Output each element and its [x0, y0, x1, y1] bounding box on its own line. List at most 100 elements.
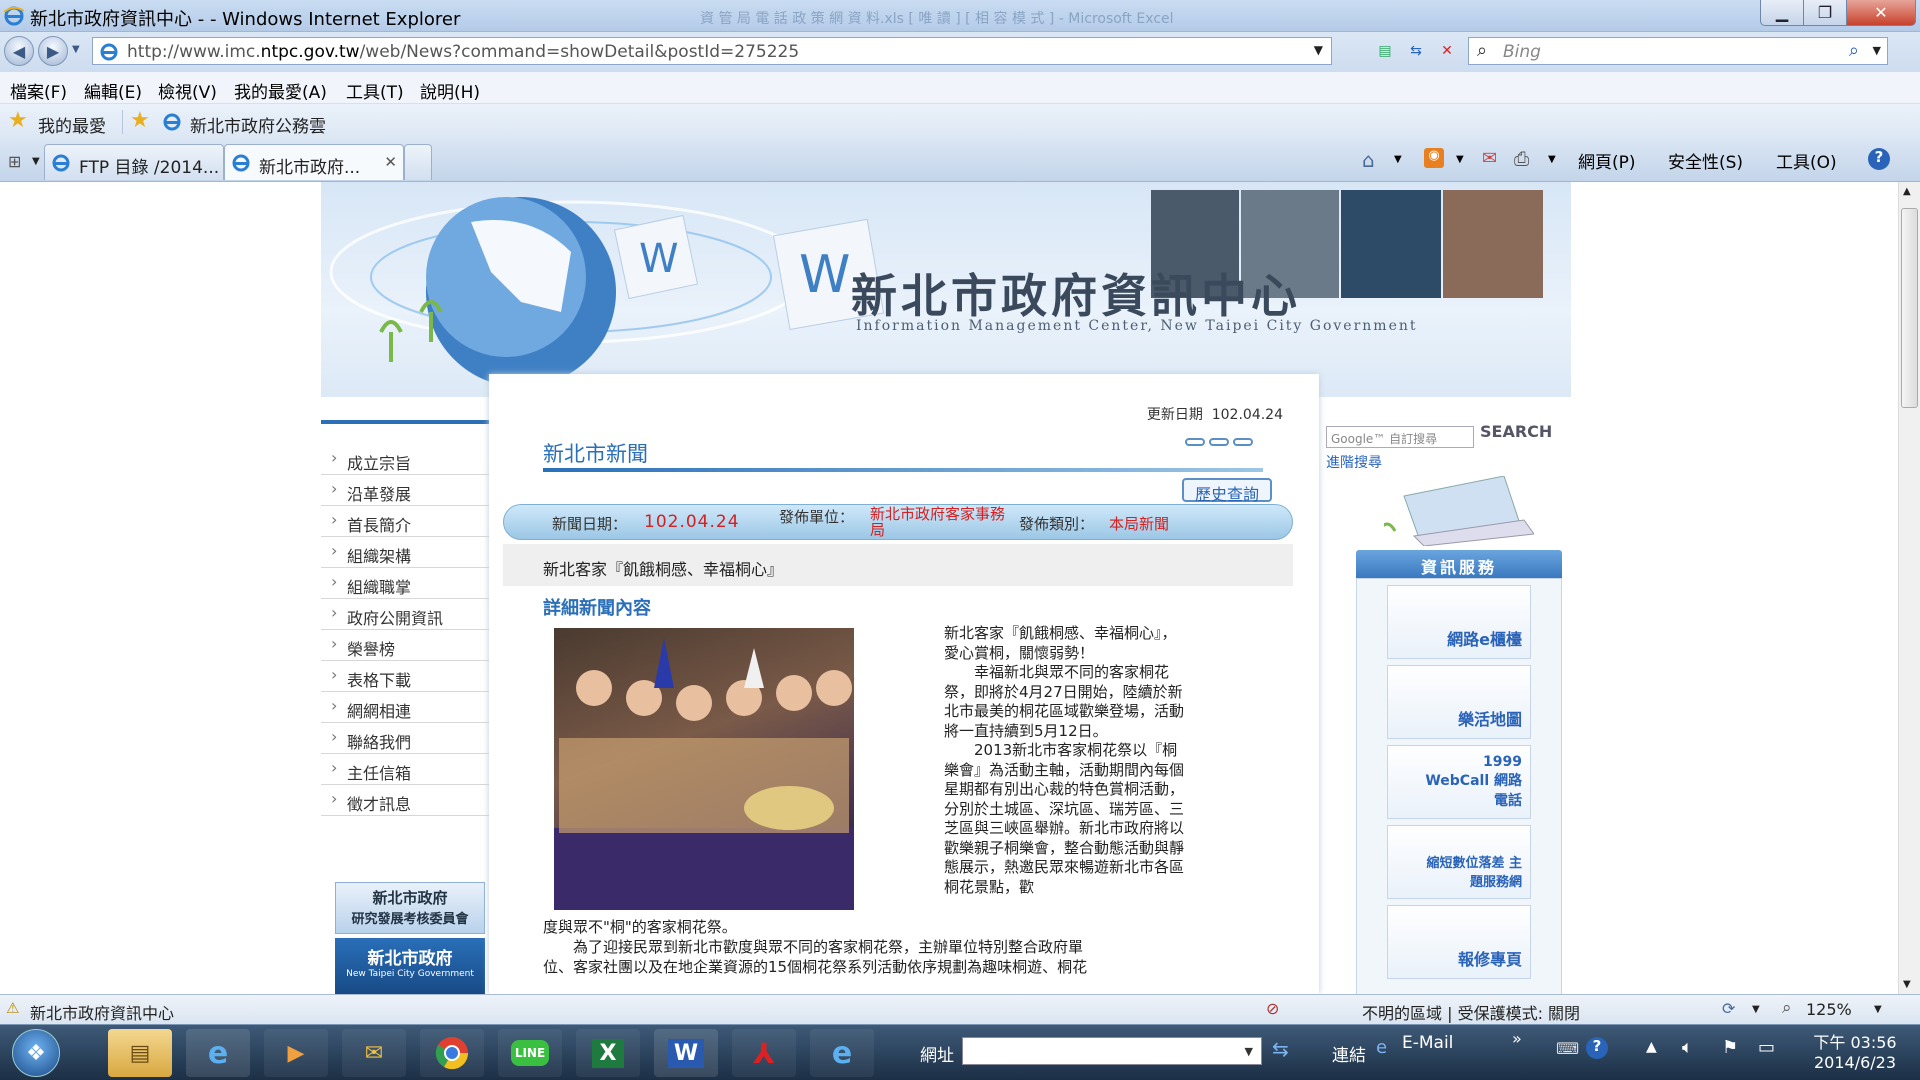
- protected-mode-icon[interactable]: ⟳: [1722, 999, 1735, 1018]
- status-dropdown-icon[interactable]: ▼: [1752, 1004, 1760, 1015]
- service-webcall[interactable]: 1999 WebCall 網路電話: [1387, 745, 1531, 819]
- page-menu[interactable]: 網頁(P): [1578, 148, 1636, 173]
- stop-icon[interactable]: ✕: [1434, 40, 1460, 62]
- left-menu-item[interactable]: 榮譽榜: [321, 630, 489, 661]
- keyboard-icon[interactable]: ⌨: [1556, 1039, 1579, 1058]
- menu-edit[interactable]: 編輯(E): [84, 78, 142, 103]
- close-button[interactable]: ✕: [1846, 0, 1916, 26]
- excel-taskbar-icon[interactable]: X: [576, 1029, 640, 1077]
- left-menu-item[interactable]: 首長簡介: [321, 506, 489, 537]
- feeds-icon[interactable]: ◉: [1424, 148, 1444, 168]
- print-icon[interactable]: ⎙: [1514, 148, 1529, 170]
- favorites-star-icon[interactable]: ★: [8, 108, 28, 133]
- scroll-thumb[interactable]: [1901, 208, 1918, 408]
- menu-help[interactable]: 說明(H): [420, 78, 480, 103]
- acrobat-taskbar-icon[interactable]: ⅄: [732, 1029, 796, 1077]
- ntpc-banner[interactable]: 新北市政府 New Taipei City Government: [335, 938, 485, 994]
- help-tray-icon[interactable]: ?: [1586, 1037, 1608, 1059]
- popup-blocker-icon[interactable]: ⊘: [1266, 999, 1279, 1018]
- ie-taskbar-icon[interactable]: e: [186, 1029, 250, 1077]
- restore-button[interactable]: ❐: [1803, 0, 1847, 26]
- left-menu-item[interactable]: 網網相連: [321, 692, 489, 723]
- left-menu-item[interactable]: 組織職掌: [321, 568, 489, 599]
- email-link[interactable]: E-Mail: [1402, 1033, 1453, 1053]
- search-dropdown-icon[interactable]: ▼: [1873, 44, 1881, 57]
- zoom-icon[interactable]: ⌕: [1782, 998, 1792, 1018]
- history-button[interactable]: 歷史查詢: [1182, 478, 1272, 504]
- tab-ftp[interactable]: FTP 目錄 /2014...: [44, 144, 224, 180]
- search-button[interactable]: SEARCH: [1480, 422, 1552, 441]
- taskbar-go-icon[interactable]: ⇆: [1272, 1037, 1289, 1061]
- toolbar-overflow-icon[interactable]: »: [1512, 1029, 1522, 1048]
- back-button[interactable]: ◀: [4, 36, 34, 66]
- left-menu-item[interactable]: 表格下載: [321, 661, 489, 692]
- refresh-icon[interactable]: ⇆: [1403, 40, 1429, 62]
- help-icon[interactable]: ?: [1868, 148, 1890, 170]
- security-zone[interactable]: 不明的區域 | 受保護模式: 關閉: [1362, 1000, 1580, 1024]
- home-icon[interactable]: ⌂: [1362, 148, 1375, 172]
- add-favorite-icon[interactable]: ★: [130, 108, 150, 133]
- service-eservice[interactable]: 網路e櫃檯: [1387, 585, 1531, 659]
- favorite-link[interactable]: 新北市政府公務雲: [190, 112, 326, 137]
- service-repair[interactable]: 報修專頁: [1387, 905, 1531, 979]
- zoom-dropdown-icon[interactable]: ▼: [1874, 1004, 1882, 1015]
- tray-expand-icon[interactable]: ▲: [1646, 1039, 1657, 1055]
- word-taskbar-icon[interactable]: W: [654, 1029, 718, 1077]
- network-icon[interactable]: ▭: [1758, 1037, 1775, 1058]
- search-go-icon[interactable]: ⌕: [1849, 40, 1859, 61]
- menu-tools[interactable]: 工具(T): [346, 78, 404, 103]
- tab-close-icon[interactable]: ✕: [384, 153, 397, 171]
- tab-current[interactable]: 新北市政府... ✕: [224, 144, 404, 180]
- volume-icon[interactable]: 🔈︎: [1682, 1037, 1693, 1058]
- clock-time[interactable]: 下午 03:56: [1800, 1029, 1910, 1053]
- vertical-scrollbar[interactable]: ▲ ▼: [1898, 182, 1920, 994]
- outlook-taskbar-icon[interactable]: ✉: [342, 1029, 406, 1077]
- action-center-flag-icon[interactable]: ⚑: [1722, 1037, 1738, 1058]
- new-tab-button[interactable]: [404, 144, 432, 180]
- media-taskbar-icon[interactable]: ▶: [264, 1029, 328, 1077]
- left-menu-item[interactable]: 成立宗旨: [321, 444, 489, 475]
- quick-tabs-icon[interactable]: ⊞: [8, 152, 21, 171]
- left-menu-item[interactable]: 徵才訊息: [321, 785, 489, 816]
- minimize-button[interactable]: ▁: [1760, 0, 1804, 26]
- zoom-level[interactable]: 125%: [1806, 1000, 1852, 1019]
- left-menu-item[interactable]: 主任信箱: [321, 754, 489, 785]
- scroll-up-icon[interactable]: ▲: [1903, 186, 1911, 197]
- taskbar-address-input[interactable]: ▼: [962, 1037, 1262, 1065]
- menu-file[interactable]: 檔案(F): [10, 78, 67, 103]
- left-menu-item[interactable]: 政府公開資訊: [321, 599, 489, 630]
- compatibility-view-icon[interactable]: ▤: [1372, 40, 1398, 62]
- advanced-search-link[interactable]: 進階搜尋: [1326, 452, 1382, 472]
- chrome-taskbar-icon[interactable]: [420, 1029, 484, 1077]
- ie-taskbar-icon-2[interactable]: e: [810, 1029, 874, 1077]
- left-menu-item[interactable]: 組織架構: [321, 537, 489, 568]
- service-digital-divide[interactable]: 縮短數位落差 主題服務網: [1387, 825, 1531, 899]
- tools-menu[interactable]: 工具(O): [1776, 148, 1837, 173]
- url-text[interactable]: http://www.imc.ntpc.gov.tw/web/News?comm…: [127, 42, 799, 62]
- service-map[interactable]: 樂活地圖: [1387, 665, 1531, 739]
- history-dropdown-icon[interactable]: ▼: [72, 44, 80, 55]
- safety-menu[interactable]: 安全性(S): [1668, 148, 1743, 173]
- address-dropdown-icon[interactable]: ▼: [1314, 43, 1323, 57]
- explorer-taskbar-icon[interactable]: ▤: [108, 1029, 172, 1077]
- line-taskbar-icon[interactable]: LINE: [498, 1029, 562, 1077]
- forward-button[interactable]: ▶: [38, 36, 68, 66]
- scroll-down-icon[interactable]: ▼: [1903, 979, 1911, 990]
- menu-view[interactable]: 檢視(V): [158, 78, 217, 103]
- rdec-banner[interactable]: 新北市政府 研究發展考核委員會: [335, 882, 485, 934]
- favorites-button[interactable]: 我的最愛: [38, 112, 106, 137]
- address-field[interactable]: http://www.imc.ntpc.gov.tw/web/News?comm…: [92, 37, 1332, 65]
- start-button[interactable]: ❖: [12, 1029, 60, 1077]
- print-dropdown-icon[interactable]: ▼: [1548, 154, 1556, 165]
- feeds-dropdown-icon[interactable]: ▼: [1456, 154, 1464, 165]
- google-search-input[interactable]: Google™ 自訂搜尋: [1326, 426, 1474, 448]
- left-menu-item[interactable]: 沿革發展: [321, 475, 489, 506]
- left-menu-item[interactable]: 聯絡我們: [321, 723, 489, 754]
- home-dropdown-icon[interactable]: ▼: [1394, 154, 1402, 165]
- menu-favorites[interactable]: 我的最愛(A): [234, 78, 327, 103]
- taskbar-address-dropdown-icon[interactable]: ▼: [1245, 1045, 1253, 1058]
- tab-list-dropdown-icon[interactable]: ▼: [32, 156, 40, 167]
- mail-icon[interactable]: ✉: [1482, 148, 1497, 169]
- search-box[interactable]: ⌕ Bing ⌕ ▼: [1468, 37, 1888, 65]
- clock-date[interactable]: 2014/6/23: [1800, 1053, 1910, 1072]
